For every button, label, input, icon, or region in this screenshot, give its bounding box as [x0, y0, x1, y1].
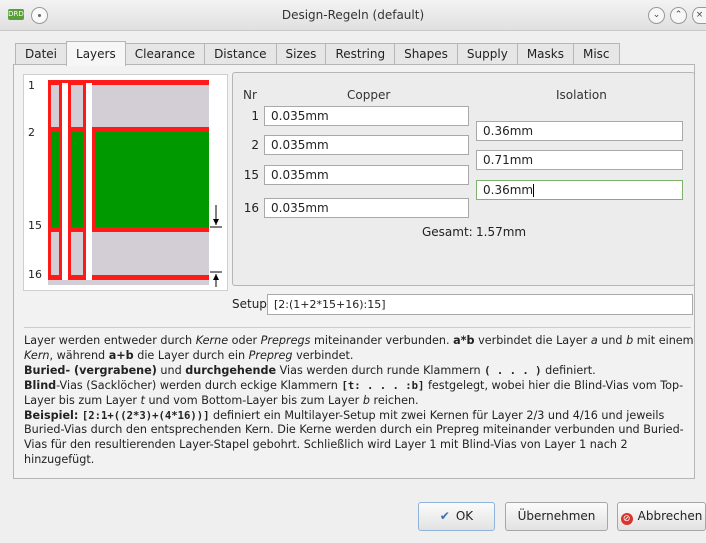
- row-number: 15: [243, 168, 259, 182]
- copper-thickness-field[interactable]: 0.035mm: [264, 165, 469, 185]
- layer-stack-drawing: [48, 80, 222, 287]
- separator: [24, 327, 691, 328]
- tab-layers[interactable]: Layers: [66, 41, 126, 66]
- via-gap-2: [86, 83, 92, 280]
- tab-bar: Datei Layers Clearance Distance Sizes Re…: [15, 41, 620, 66]
- title-bar: DRD Design-Regeln (default) ⌄ ⌃ ×: [0, 0, 706, 31]
- core-area: [48, 132, 209, 227]
- isolation-thickness-field[interactable]: 0.71mm: [476, 150, 683, 170]
- row-number: 1: [251, 109, 259, 123]
- copper-layer-2: [48, 127, 209, 132]
- help-paragraph-kerne: Layer werden entweder durch Kerne oder P…: [24, 334, 694, 362]
- row-number: 2: [251, 138, 259, 152]
- via-gap-1: [62, 83, 68, 280]
- isolation-thickness-field-active[interactable]: 0.36mm: [476, 180, 683, 200]
- close-icon[interactable]: ×: [692, 7, 706, 24]
- tab-distance[interactable]: Distance: [204, 43, 277, 65]
- isolation-thickness-field[interactable]: 0.36mm: [476, 121, 683, 141]
- cancel-icon: ⊘: [620, 513, 633, 525]
- layer-label-2: 2: [28, 126, 35, 139]
- setup-field[interactable]: [2:(1+2*15+16):15]: [267, 294, 693, 315]
- checkmark-icon: ✔: [439, 509, 450, 523]
- tab-shapes[interactable]: Shapes: [394, 43, 458, 65]
- tab-masks[interactable]: Masks: [516, 43, 574, 65]
- ok-label: OK: [455, 509, 474, 523]
- row-number: 16: [243, 201, 259, 215]
- total-thickness-label: Gesamt:: [422, 225, 473, 239]
- copper-thickness-field[interactable]: 0.035mm: [264, 106, 469, 126]
- window-title: Design-Regeln (default): [281, 8, 425, 22]
- column-header-copper: Copper: [347, 88, 391, 102]
- help-paragraph-example: Beispiel: [2:1+((2*3)+(4*16))] definiert…: [24, 408, 684, 467]
- column-header-isolation: Isolation: [556, 88, 607, 102]
- apply-button[interactable]: Übernehmen: [505, 502, 608, 531]
- help-text: Layer werden entweder durch Kerne oder P…: [24, 334, 694, 468]
- isolation-value: 0.36mm: [483, 183, 534, 197]
- ok-button[interactable]: ✔ OK: [418, 502, 495, 531]
- copper-layer-16: [48, 275, 209, 280]
- tab-misc[interactable]: Misc: [572, 43, 620, 65]
- minimize-icon[interactable]: ⌄: [648, 7, 665, 24]
- layer-label-15: 15: [28, 219, 42, 232]
- copper-thickness-field[interactable]: 0.035mm: [264, 135, 469, 155]
- layer-values-group: Nr Copper Isolation 1 0.035mm 2 0.035mm …: [232, 72, 695, 286]
- maximize-icon[interactable]: ⌃: [670, 7, 687, 24]
- column-header-nr: Nr: [243, 88, 257, 102]
- help-paragraph-blind: Blind-Vias (Sacklöcher) werden durch eck…: [24, 378, 684, 407]
- total-thickness-value: 1.57mm: [476, 225, 527, 239]
- tab-datei[interactable]: Datei: [15, 43, 68, 65]
- setup-label: Setup: [232, 297, 267, 311]
- copper-layer-15: [48, 227, 209, 232]
- layer-label-1: 1: [28, 79, 35, 92]
- tab-clearance[interactable]: Clearance: [124, 43, 206, 65]
- cancel-label: Abbrechen: [637, 509, 703, 523]
- cancel-button[interactable]: ⊘ Abbrechen: [617, 502, 706, 531]
- help-paragraph-buried: Buried- (vergrabene) und durchgehende Vi…: [24, 363, 596, 377]
- tab-supply[interactable]: Supply: [456, 43, 518, 65]
- tab-restring[interactable]: Restring: [325, 43, 396, 65]
- tab-sizes[interactable]: Sizes: [275, 43, 327, 65]
- layer-label-16: 16: [28, 268, 42, 281]
- layer-stack-preview: 1 2 15 16: [23, 74, 228, 291]
- copper-layer-1: [48, 80, 209, 85]
- copper-thickness-field[interactable]: 0.035mm: [264, 198, 469, 218]
